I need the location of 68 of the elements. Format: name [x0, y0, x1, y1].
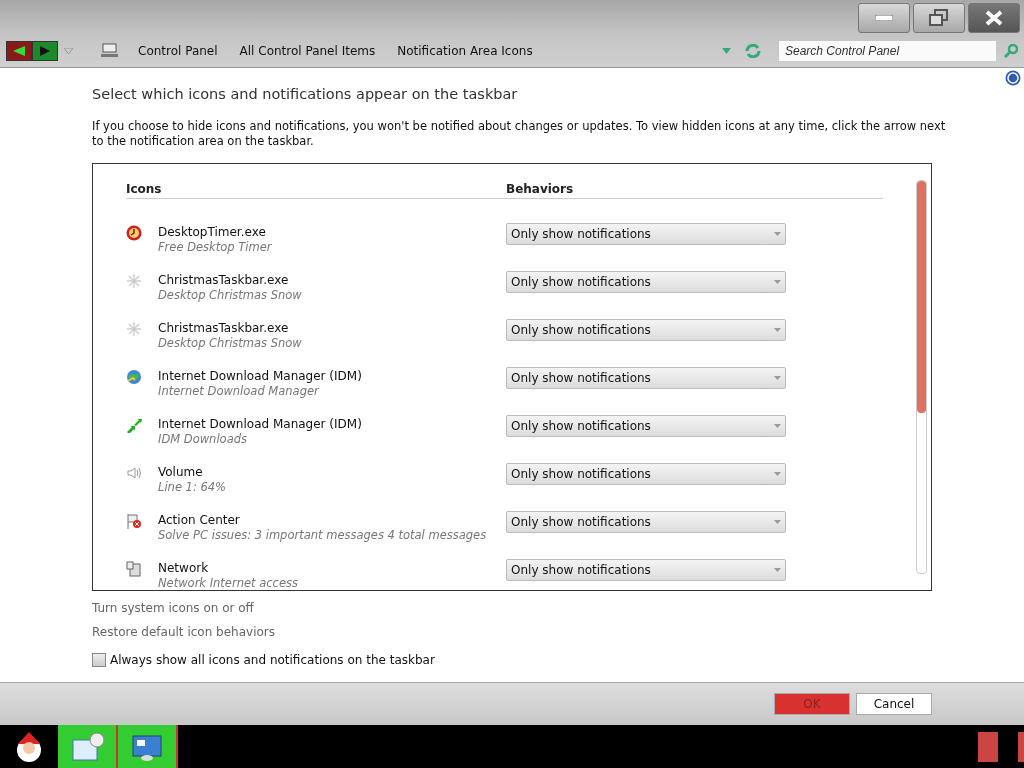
caret-icon	[774, 376, 781, 380]
search-field[interactable]: Search Control Panel	[779, 40, 996, 61]
minimize-icon	[875, 15, 893, 21]
app-name: Volume	[158, 465, 204, 480]
app-name: Internet Download Manager (IDM)	[158, 417, 363, 432]
breadcrumb-item[interactable]: Control Panel	[138, 43, 218, 58]
always-show-checkbox[interactable]	[92, 653, 106, 667]
app-description: Line 1: 64%	[158, 480, 228, 495]
back-arrow-icon	[13, 45, 25, 56]
forward-arrow-icon	[40, 45, 50, 56]
checkbox-label: Always show all icons and notifications on the taskbar	[110, 653, 435, 667]
close-button[interactable]	[968, 3, 1020, 33]
app-name: DesktopTimer.exe	[158, 225, 267, 240]
app-description: Desktop Christmas Snow	[158, 288, 303, 303]
behavior-dropdown[interactable]: Only show notifications	[506, 415, 786, 437]
breadcrumb-item[interactable]: All Control Panel Items	[239, 43, 376, 58]
help-icon[interactable]	[1005, 70, 1021, 86]
computer-icon	[101, 43, 118, 58]
caret-icon	[774, 472, 781, 476]
app-name: ChristmasTaskbar.exe	[158, 273, 290, 288]
app-description: Internet Download Manager	[158, 384, 321, 399]
back-button[interactable]	[6, 40, 32, 61]
behavior-dropdown[interactable]: Only show notifications	[506, 463, 786, 485]
settings-link[interactable]: Restore default icon behaviors	[92, 625, 932, 639]
breadcrumb-item[interactable]: Notification Area Icons	[397, 43, 533, 58]
globe-icon	[126, 369, 142, 385]
app-description: Solve PC issues: 3 important messages 4 total messages	[158, 528, 488, 543]
behavior-dropdown[interactable]: Only show notifications	[506, 559, 786, 581]
caret-icon	[774, 424, 781, 428]
behavior-dropdown[interactable]: Only show notifications	[506, 223, 786, 245]
app-description: Desktop Christmas Snow	[158, 336, 303, 351]
intro-text: If you choose to hide icons and notifications, you won't be notified about changes or updates. To view hidden icons at any time, click the arrow next to the notification area on the taskbar.	[92, 119, 947, 149]
behavior-dropdown[interactable]: Only show notifications	[506, 319, 786, 341]
caret-icon	[774, 520, 781, 524]
column-header: Behaviors	[506, 182, 575, 196]
speaker-icon	[126, 465, 142, 481]
tray-button[interactable]	[978, 731, 998, 762]
network-icon	[126, 561, 142, 577]
behavior-dropdown[interactable]: Only show notifications	[506, 271, 786, 293]
behavior-dropdown[interactable]: Only show notifications	[506, 511, 786, 533]
app-name: ChristmasTaskbar.exe	[158, 321, 290, 336]
app-description: Free Desktop Timer	[158, 240, 273, 255]
column-header: Icons	[126, 182, 163, 196]
caret-icon	[774, 568, 781, 572]
forward-button[interactable]	[32, 40, 58, 61]
page-heading: Select which icons and notifications appear on the taskbar	[92, 86, 519, 102]
close-icon	[985, 10, 1003, 26]
behavior-dropdown[interactable]: Only show notifications	[506, 367, 786, 389]
caret-icon	[774, 280, 781, 284]
snowflake-icon	[126, 273, 142, 289]
app-description: Network Internet access	[158, 576, 299, 590]
cancel-button[interactable]: Cancel	[856, 693, 932, 715]
app-name: Network	[158, 561, 210, 576]
caret-icon	[774, 328, 781, 332]
restore-button[interactable]	[913, 3, 965, 33]
clock-icon	[126, 225, 142, 241]
app-description: IDM Downloads	[158, 432, 248, 447]
snowflake-icon	[126, 321, 142, 337]
app-name: Action Center	[158, 513, 241, 528]
restore-icon	[929, 9, 949, 27]
arrows-icon	[126, 417, 142, 433]
app-name: Internet Download Manager (IDM)	[158, 369, 363, 384]
settings-link[interactable]: Turn system icons on or off	[92, 601, 932, 615]
caret-icon	[774, 232, 781, 236]
show-desktop-button[interactable]	[1018, 731, 1024, 762]
scrollbar[interactable]	[916, 180, 927, 574]
minimize-button[interactable]	[858, 3, 910, 33]
flag-icon	[126, 513, 142, 529]
